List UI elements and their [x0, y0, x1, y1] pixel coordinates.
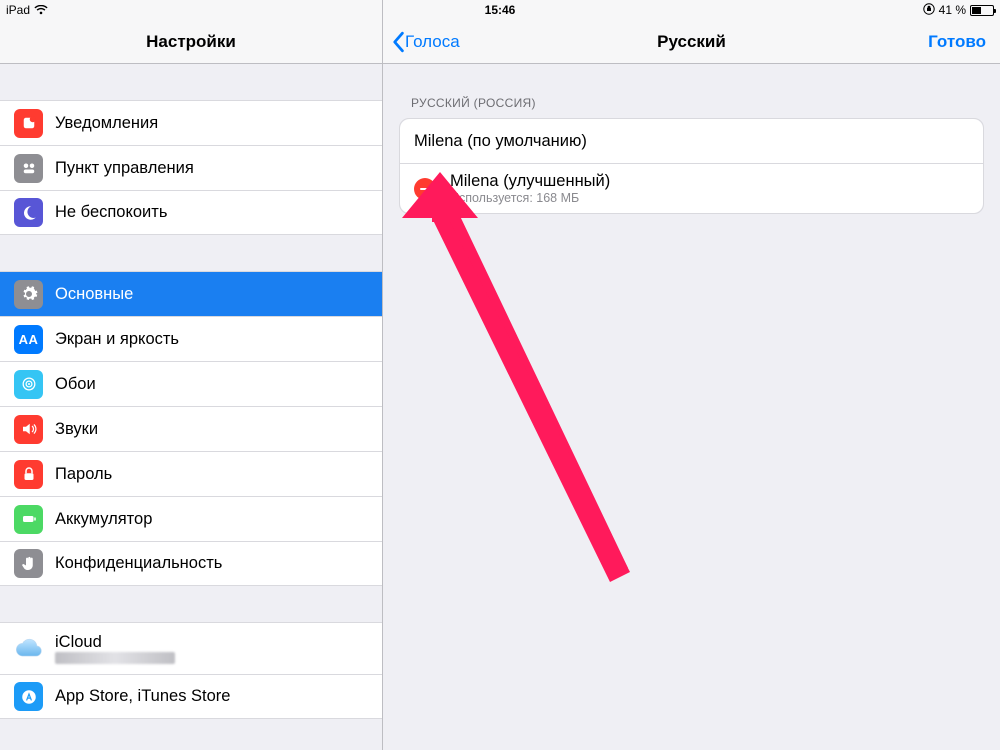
hand-icon	[14, 549, 43, 578]
sidebar-item-label: Уведомления	[55, 114, 158, 133]
notifications-icon	[14, 109, 43, 138]
detail-pane: Голоса Русский Готово РУССКИЙ (РОССИЯ) M…	[383, 0, 1000, 750]
device-label: iPad	[6, 3, 30, 17]
cloud-icon	[14, 634, 43, 663]
sidebar-item-label: App Store, iTunes Store	[55, 687, 230, 706]
sidebar-item-label: Экран и яркость	[55, 330, 179, 349]
sidebar-item-icloud[interactable]: iCloud	[0, 622, 382, 674]
sidebar-item-label: Звуки	[55, 420, 98, 439]
settings-sidebar: Настройки Уведомления Пункт управления	[0, 0, 383, 750]
sidebar-item-label: Пароль	[55, 465, 112, 484]
back-button[interactable]: Голоса	[391, 31, 460, 53]
sidebar-item-label: Основные	[55, 285, 133, 304]
sidebar-item-display[interactable]: AA Экран и яркость	[0, 316, 382, 361]
orientation-lock-icon	[923, 3, 935, 18]
icloud-account-redacted	[55, 652, 175, 664]
wifi-icon	[34, 5, 48, 15]
sidebar-item-label: Не беспокоить	[55, 203, 167, 222]
sidebar-item-label: Пункт управления	[55, 159, 194, 178]
delete-minus-icon[interactable]	[414, 178, 436, 200]
speaker-icon	[14, 415, 43, 444]
voice-row-enhanced[interactable]: Milena (улучшенный) Используется: 168 МБ	[400, 163, 983, 213]
sidebar-item-battery[interactable]: Аккумулятор	[0, 496, 382, 541]
control-center-icon	[14, 154, 43, 183]
battery-app-icon	[14, 505, 43, 534]
sidebar-item-label: Обои	[55, 375, 96, 394]
voice-list: Milena (по умолчанию) Milena (улучшенный…	[399, 118, 984, 214]
battery-pct: 41 %	[939, 3, 966, 17]
clock: 15:46	[485, 3, 516, 17]
sidebar-item-passcode[interactable]: Пароль	[0, 451, 382, 496]
sidebar-item-privacy[interactable]: Конфиденциальность	[0, 541, 382, 586]
voice-section-header: РУССКИЙ (РОССИЯ)	[399, 96, 984, 118]
detail-title: Русский	[657, 32, 726, 52]
sidebar-item-notifications[interactable]: Уведомления	[0, 100, 382, 145]
display-icon: AA	[14, 325, 43, 354]
wallpaper-icon	[14, 370, 43, 399]
voice-size: Используется: 168 МБ	[450, 191, 610, 205]
sidebar-item-label: Аккумулятор	[55, 510, 152, 529]
back-label: Голоса	[405, 32, 460, 52]
sidebar-item-control-center[interactable]: Пункт управления	[0, 145, 382, 190]
battery-icon	[970, 5, 994, 16]
chevron-left-icon	[391, 31, 405, 53]
sidebar-item-appstore[interactable]: App Store, iTunes Store	[0, 674, 382, 719]
voice-name: Milena (по умолчанию)	[414, 132, 587, 151]
lock-icon	[14, 460, 43, 489]
voice-name: Milena (улучшенный)	[450, 172, 610, 191]
sidebar-item-sounds[interactable]: Звуки	[0, 406, 382, 451]
sidebar-item-label: iCloud	[55, 633, 175, 652]
appstore-icon	[14, 682, 43, 711]
voice-row-default[interactable]: Milena (по умолчанию)	[400, 119, 983, 163]
done-button[interactable]: Готово	[928, 32, 986, 52]
sidebar-item-label: Конфиденциальность	[55, 554, 222, 573]
moon-icon	[14, 198, 43, 227]
sidebar-title: Настройки	[146, 32, 236, 52]
sidebar-item-general[interactable]: Основные	[0, 271, 382, 316]
sidebar-item-wallpaper[interactable]: Обои	[0, 361, 382, 406]
status-bar: iPad 15:46 41 %	[0, 0, 1000, 20]
sidebar-item-dnd[interactable]: Не беспокоить	[0, 190, 382, 235]
gear-icon	[14, 280, 43, 309]
